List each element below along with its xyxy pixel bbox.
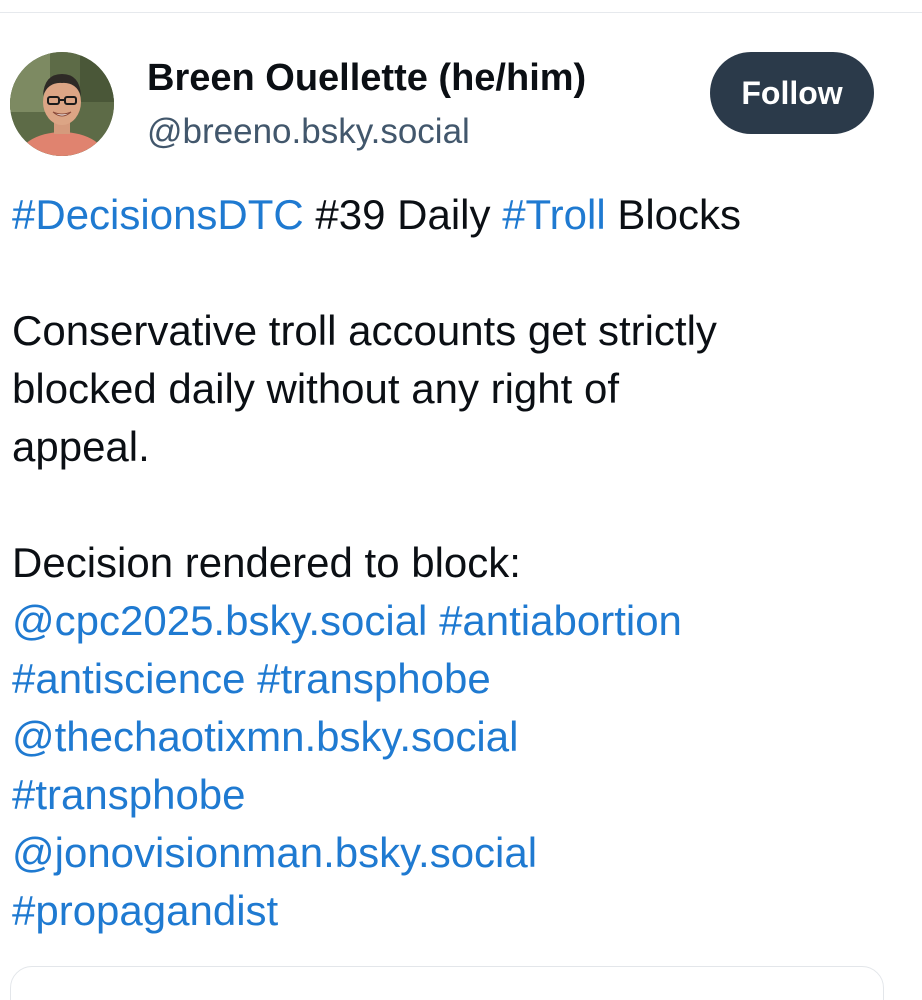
post-text: #DecisionsDTC #39 Daily #Troll Blocks Co… <box>12 186 912 940</box>
avatar[interactable] <box>10 52 114 156</box>
author-info: Breen Ouellette (he/him) @breeno.bsky.so… <box>147 54 586 156</box>
decision-heading: Decision rendered to block: <box>12 539 521 586</box>
post-line: blocked daily without any right of <box>12 365 620 412</box>
hashtag-link[interactable]: #Troll <box>502 191 605 238</box>
mention-link[interactable]: @thechaotixmn.bsky.social <box>12 713 518 760</box>
embedded-card[interactable] <box>10 966 884 1000</box>
top-divider <box>0 12 922 13</box>
author-display-name[interactable]: Breen Ouellette (he/him) <box>147 54 586 102</box>
hashtag-link[interactable]: #antiscience <box>12 655 245 702</box>
follow-button[interactable]: Follow <box>710 52 874 134</box>
hashtag-link[interactable]: #DecisionsDTC <box>12 191 304 238</box>
post-text-segment: Blocks <box>605 191 742 238</box>
avatar-image <box>10 52 114 156</box>
hashtag-link[interactable]: #propagandist <box>12 887 278 934</box>
mention-link[interactable]: @cpc2025.bsky.social <box>12 597 427 644</box>
hashtag-link[interactable]: #transphobe <box>12 771 246 818</box>
post-text-segment: #39 Daily <box>303 191 503 238</box>
post-line: Conservative troll accounts get strictly <box>12 307 717 354</box>
post-header: Breen Ouellette (he/him) @breeno.bsky.so… <box>10 52 912 156</box>
post-page: Breen Ouellette (he/him) @breeno.bsky.so… <box>0 0 922 1000</box>
hashtag-link[interactable]: #transphobe <box>257 655 491 702</box>
post-paragraph: Conservative troll accounts get strictly… <box>12 302 912 476</box>
post-title-line: #DecisionsDTC #39 Daily #Troll Blocks <box>12 186 912 244</box>
author-handle[interactable]: @breeno.bsky.social <box>147 108 586 156</box>
post-line: appeal. <box>12 423 150 470</box>
hashtag-link[interactable]: #antiabortion <box>439 597 682 644</box>
decision-list: Decision rendered to block: @cpc2025.bsk… <box>12 534 912 940</box>
mention-link[interactable]: @jonovisionman.bsky.social <box>12 829 537 876</box>
